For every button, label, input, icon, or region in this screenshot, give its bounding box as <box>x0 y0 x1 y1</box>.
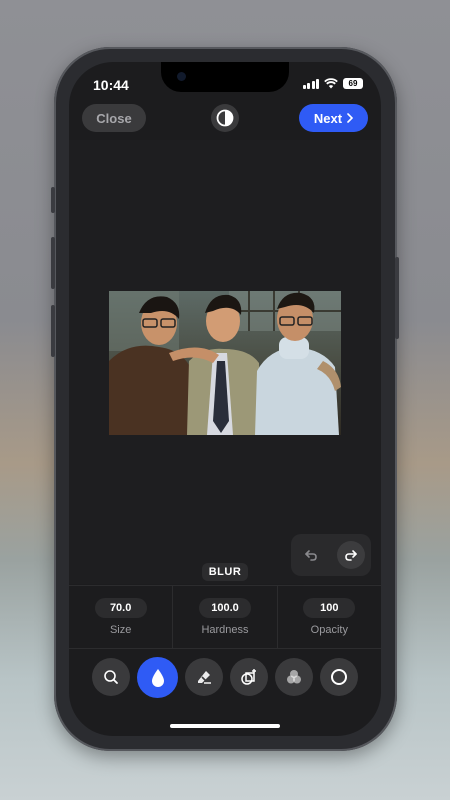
eraser-icon <box>198 671 211 684</box>
close-button[interactable]: Close <box>82 104 146 132</box>
status-icons: 69 <box>302 78 363 89</box>
redo-button[interactable] <box>337 541 365 569</box>
eraser-tool-button[interactable] <box>185 658 223 696</box>
status-time: 10:44 <box>93 77 129 93</box>
compare-button[interactable] <box>211 104 239 132</box>
cellular-signal-icon <box>302 78 319 89</box>
drop-icon <box>151 668 164 687</box>
param-hardness[interactable]: 100.0 Hardness <box>172 586 276 648</box>
undo-icon <box>305 550 317 561</box>
blend-tool-button[interactable] <box>275 658 313 696</box>
camera-icon <box>177 72 186 81</box>
battery-icon: 69 <box>343 78 363 89</box>
param-size-value[interactable]: 70.0 <box>94 598 147 618</box>
vignette-tool-button[interactable] <box>320 658 358 696</box>
param-size[interactable]: 70.0 Size <box>69 586 172 648</box>
volume-up-button <box>51 237 55 289</box>
zoom-tool-button[interactable] <box>92 658 130 696</box>
chevron-right-icon <box>347 113 354 123</box>
home-indicator[interactable] <box>170 724 280 728</box>
param-size-label: Size <box>109 624 132 636</box>
brush-parameters: 70.0 Size 100.0 Hardness 100 Opacity <box>69 585 381 649</box>
top-toolbar: Close Next <box>69 103 381 133</box>
history-panel <box>291 534 371 576</box>
next-button-label: Next <box>313 110 343 126</box>
circle-icon <box>331 669 347 685</box>
param-opacity-value[interactable]: 100 <box>303 598 356 618</box>
next-button[interactable]: Next <box>299 104 368 132</box>
shape-tool-button[interactable] <box>230 658 268 696</box>
search-icon <box>104 670 118 684</box>
param-opacity[interactable]: 100 Opacity <box>276 586 381 648</box>
photo-image[interactable] <box>109 291 341 435</box>
contrast-icon <box>216 109 234 127</box>
param-hardness-label: Hardness <box>201 624 249 636</box>
circles-icon <box>287 670 301 684</box>
param-opacity-label: Opacity <box>310 624 348 636</box>
app-screen: 10:44 69 Close Next BLUR 70.0 Size 100.0… <box>69 62 381 736</box>
tool-bar <box>69 657 381 702</box>
dynamic-island <box>161 62 289 92</box>
redo-icon <box>345 550 357 561</box>
mute-switch <box>51 187 55 213</box>
wifi-icon <box>324 78 338 89</box>
blur-tool-button[interactable] <box>137 657 178 698</box>
param-hardness-value[interactable]: 100.0 <box>198 598 251 618</box>
add-shape-icon <box>241 669 256 685</box>
photo-artwork <box>109 291 341 435</box>
power-button <box>395 257 399 339</box>
volume-down-button <box>51 305 55 357</box>
undo-button[interactable] <box>297 541 325 569</box>
mode-label: BLUR <box>202 563 248 581</box>
